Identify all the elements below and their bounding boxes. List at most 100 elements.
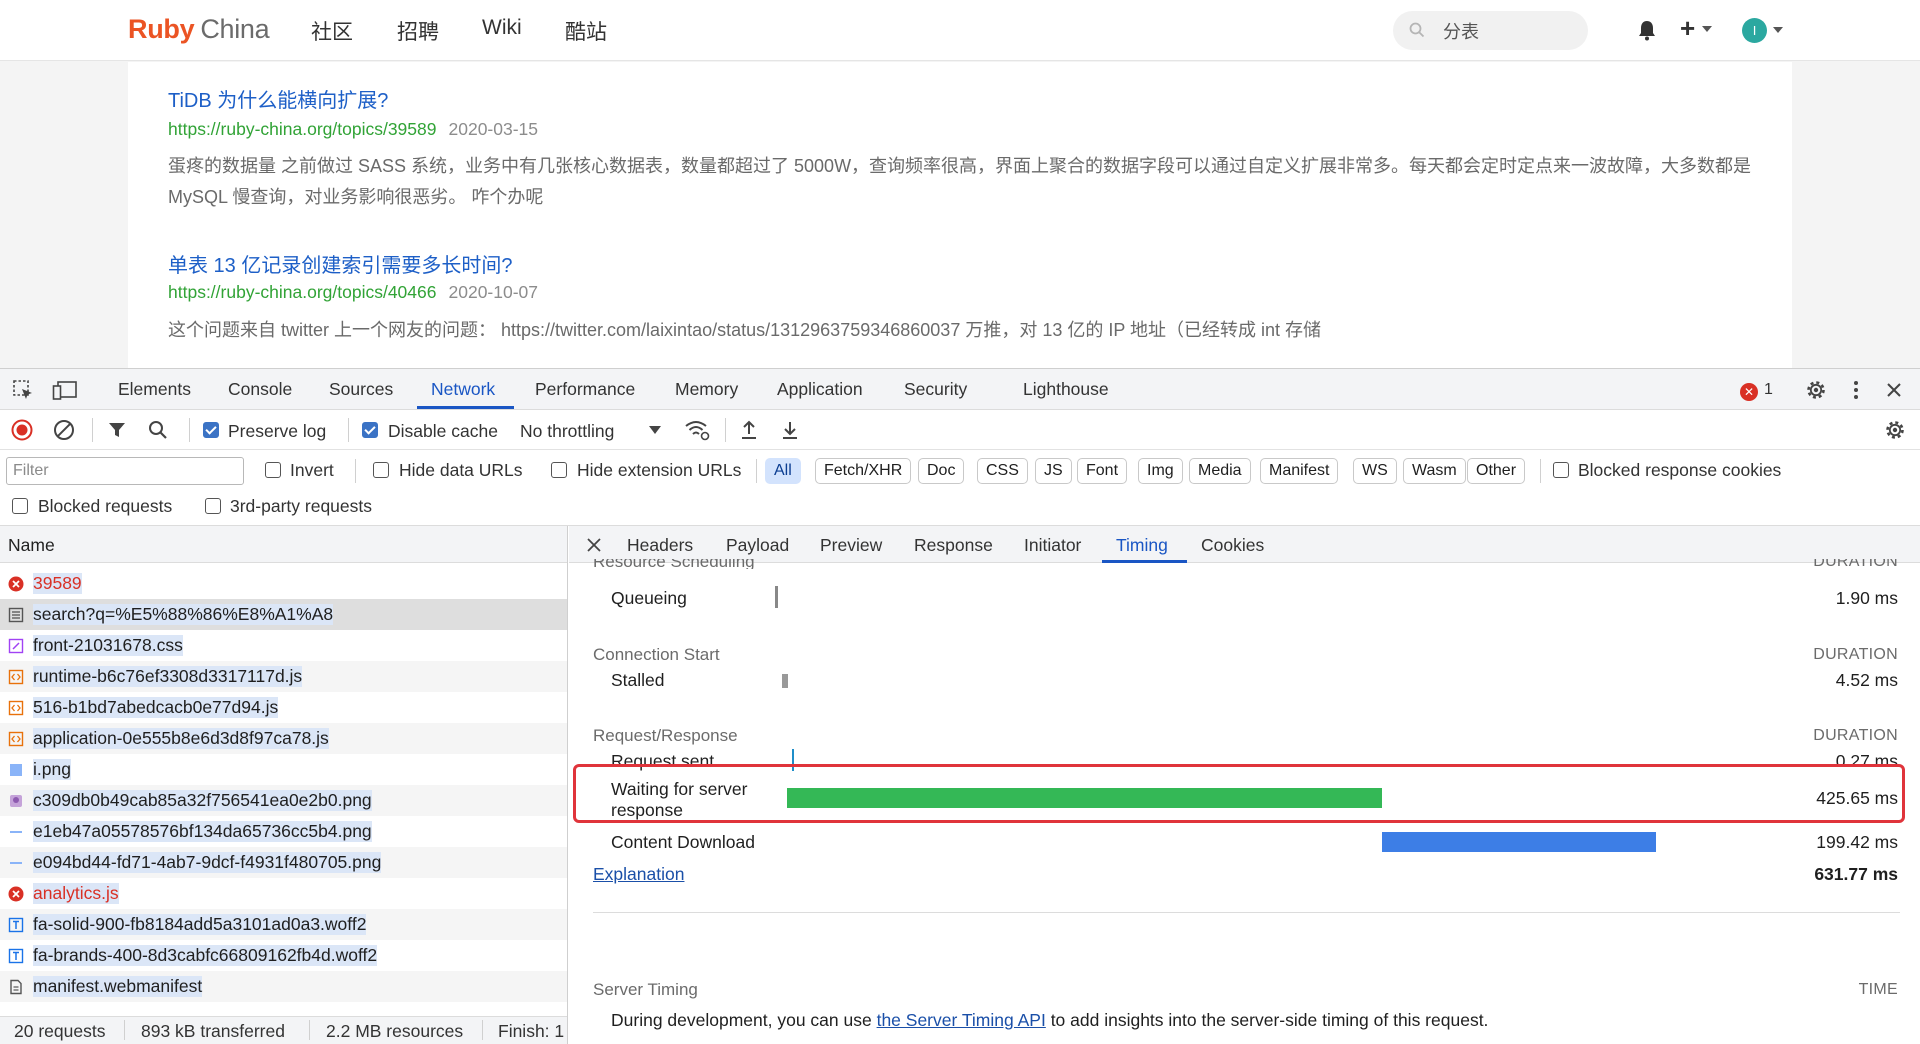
tab-performance[interactable]: Performance [535, 379, 635, 400]
server-timing-note-post: to add insights into the server-side tim… [1045, 1010, 1489, 1030]
duration-header: DURATION [1813, 727, 1898, 744]
type-filter-fetch-xhr[interactable]: Fetch/XHR [815, 458, 912, 484]
site-logo[interactable]: Ruby China [128, 14, 270, 45]
bell-icon[interactable] [1637, 19, 1657, 41]
type-filter-all[interactable]: All [765, 458, 801, 484]
name-column-header[interactable]: Name [0, 526, 567, 563]
close-icon[interactable] [1885, 381, 1903, 399]
hide-data-urls-checkbox[interactable] [373, 462, 389, 478]
type-filter-media[interactable]: Media [1189, 458, 1251, 484]
table-row[interactable]: analytics.js [0, 878, 567, 909]
table-row[interactable]: i.png [0, 754, 567, 785]
tab-console[interactable]: Console [228, 379, 292, 400]
type-filter-img[interactable]: Img [1138, 458, 1183, 484]
table-row[interactable]: search?q=%E5%88%86%E8%A1%A8 [0, 599, 567, 630]
nav-cool-sites[interactable]: 酷站 [565, 16, 607, 46]
device-toolbar-icon[interactable] [52, 379, 78, 401]
type-filter-ws[interactable]: WS [1353, 458, 1397, 484]
third-party-requests-checkbox[interactable] [205, 498, 221, 514]
tab-initiator[interactable]: Initiator [1024, 535, 1081, 556]
throttling-select[interactable]: No throttling [520, 421, 614, 442]
tab-application[interactable]: Application [777, 379, 863, 400]
table-row[interactable]: runtime-b6c76ef3308d3317117d.js [0, 661, 567, 692]
export-har-icon[interactable] [780, 419, 800, 441]
filter-input[interactable] [6, 457, 244, 485]
section-resource-scheduling: Resource Scheduling [593, 559, 755, 569]
more-options-icon[interactable] [1852, 379, 1860, 401]
inspect-element-icon[interactable] [12, 379, 34, 401]
blocked-response-cookies-checkbox[interactable] [1553, 462, 1569, 478]
type-filter-doc[interactable]: Doc [918, 458, 965, 484]
nav-wiki[interactable]: Wiki [482, 16, 522, 40]
tab-preview[interactable]: Preview [820, 535, 882, 556]
site-search[interactable] [1393, 11, 1588, 50]
result-title[interactable]: TiDB 为什么能横向扩展? [168, 84, 388, 113]
table-row[interactable]: fa-solid-900-fb8184add5a3101ad0a3.woff2 [0, 909, 567, 940]
tab-response[interactable]: Response [914, 535, 993, 556]
table-row[interactable]: c309db0b49cab85a32f756541ea0e2b0.png [0, 785, 567, 816]
server-timing-api-link[interactable]: the Server Timing API [877, 1010, 1046, 1030]
table-row[interactable]: e1eb47a05578576bf134da65736cc5b4.png [0, 816, 567, 847]
disable-cache-checkbox[interactable] [362, 422, 378, 438]
timing-value-content-download: 199.42 ms [1816, 832, 1898, 852]
type-filter-font[interactable]: Font [1077, 458, 1128, 484]
status-divider [124, 1020, 125, 1040]
error-count-badge[interactable]: ✕ 1 [1740, 381, 1773, 401]
plus-icon[interactable]: + [1680, 13, 1695, 44]
import-har-icon[interactable] [739, 419, 759, 441]
chevron-down-icon[interactable] [648, 425, 662, 435]
type-filter-js[interactable]: JS [1035, 458, 1072, 484]
request-name: 39589 [33, 573, 82, 594]
avatar[interactable]: I [1742, 18, 1767, 43]
search-icon[interactable] [148, 420, 168, 440]
type-filter-other[interactable]: Other [1467, 458, 1526, 484]
tab-lighthouse[interactable]: Lighthouse [1023, 379, 1109, 400]
chevron-down-icon[interactable] [1773, 27, 1783, 33]
blocked-requests-checkbox[interactable] [12, 498, 28, 514]
site-search-input[interactable] [1443, 19, 1573, 43]
tab-payload[interactable]: Payload [726, 535, 789, 556]
nav-jobs[interactable]: 招聘 [397, 16, 439, 46]
tab-timing[interactable]: Timing [1116, 535, 1168, 556]
invert-checkbox[interactable] [265, 462, 281, 478]
table-row[interactable]: application-0e555b8e6d3d8f97ca78.js [0, 723, 567, 754]
error-icon [8, 576, 24, 592]
table-row[interactable]: fa-brands-400-8d3cabfc66809162fb4d.woff2 [0, 940, 567, 971]
nav-community[interactable]: 社区 [311, 16, 353, 46]
table-row[interactable]: front-21031678.css [0, 630, 567, 661]
result-url-text[interactable]: https://ruby-china.org/topics/39589 [168, 119, 437, 139]
type-filter-wasm[interactable]: Wasm [1403, 458, 1466, 484]
gear-icon[interactable] [1805, 379, 1827, 401]
type-filter-manifest[interactable]: Manifest [1260, 458, 1339, 484]
tab-cookies[interactable]: Cookies [1201, 535, 1264, 556]
result-title[interactable]: 单表 13 亿记录创建索引需要多长时间? [168, 249, 512, 278]
filter-icon[interactable] [107, 420, 127, 440]
duration-header: DURATION [1813, 646, 1898, 663]
result-url-text[interactable]: https://ruby-china.org/topics/40466 [168, 282, 437, 302]
toolbar-divider [92, 418, 93, 442]
result-url[interactable]: https://ruby-china.org/topics/40466 2020-… [168, 282, 538, 303]
table-row[interactable]: 516-b1bd7abedcacb0e77d94.js [0, 692, 567, 723]
chevron-down-icon[interactable] [1702, 26, 1712, 32]
tab-elements[interactable]: Elements [118, 379, 191, 400]
tab-memory[interactable]: Memory [675, 379, 738, 400]
gear-icon[interactable] [1884, 419, 1906, 441]
table-row[interactable]: 39589 [0, 568, 567, 599]
tab-headers[interactable]: Headers [627, 535, 693, 556]
record-stop-icon[interactable] [11, 419, 33, 441]
status-divider [309, 1020, 310, 1040]
tab-security[interactable]: Security [904, 379, 967, 400]
active-tab-indicator [417, 406, 514, 409]
preserve-log-checkbox[interactable] [203, 422, 219, 438]
tab-network[interactable]: Network [431, 379, 495, 400]
clear-icon[interactable] [53, 419, 75, 441]
network-conditions-icon[interactable] [684, 419, 710, 441]
hide-extension-urls-checkbox[interactable] [551, 462, 567, 478]
result-url[interactable]: https://ruby-china.org/topics/39589 2020-… [168, 119, 538, 140]
close-icon[interactable] [586, 537, 602, 553]
explanation-link[interactable]: Explanation [593, 864, 684, 885]
table-row[interactable]: e094bd44-fd71-4ab7-9dcf-f4931f480705.png [0, 847, 567, 878]
table-row[interactable]: manifest.webmanifest [0, 971, 567, 1002]
type-filter-css[interactable]: CSS [977, 458, 1028, 484]
tab-sources[interactable]: Sources [329, 379, 393, 400]
